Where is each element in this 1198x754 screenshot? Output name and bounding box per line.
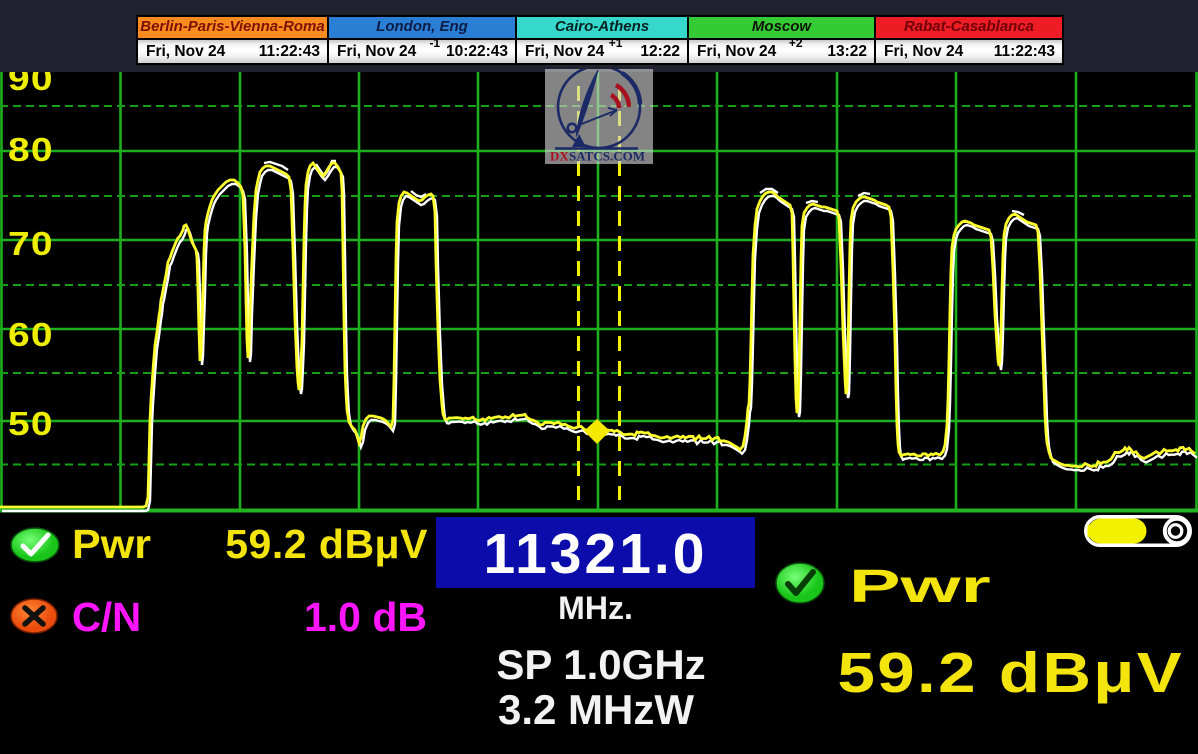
svg-text:SATCS.COM: SATCS.COM: [569, 149, 645, 164]
svg-text:DX: DX: [550, 149, 569, 164]
